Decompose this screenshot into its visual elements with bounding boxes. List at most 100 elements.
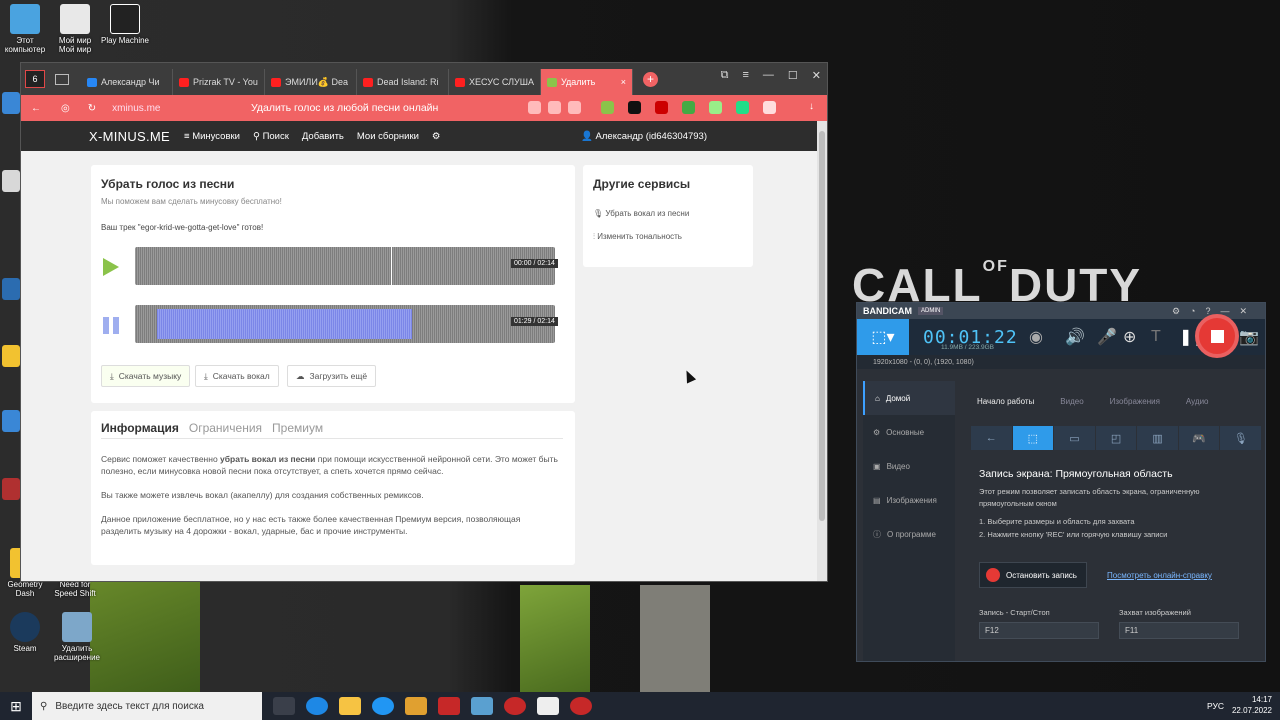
task-view-icon[interactable] bbox=[273, 697, 295, 715]
extension-icon[interactable] bbox=[763, 101, 776, 114]
waveform-track-2[interactable] bbox=[135, 305, 555, 343]
recorder-taskbar-icon[interactable] bbox=[570, 697, 592, 715]
maximize-button[interactable]: ☐ bbox=[788, 69, 798, 82]
desktop-icon-this-pc[interactable]: Этот компьютер bbox=[0, 4, 50, 54]
desktop-icon-play-machine[interactable]: Play Machine bbox=[100, 4, 150, 45]
bandicam-taskbar-icon[interactable] bbox=[504, 697, 526, 715]
rect-mode-button[interactable]: ⬚▾ bbox=[857, 319, 909, 355]
vk-extension-icon[interactable] bbox=[628, 101, 641, 114]
game-mode-icon[interactable]: 🎮 bbox=[1178, 426, 1220, 450]
sidebar-item-about[interactable]: ⓘ О программе bbox=[863, 517, 955, 551]
desktop-icon-partial-1[interactable] bbox=[2, 92, 20, 114]
close-button[interactable]: ✕ bbox=[812, 69, 821, 82]
file-explorer-icon[interactable] bbox=[339, 697, 361, 715]
language-indicator[interactable]: РУС bbox=[1207, 701, 1224, 711]
sidebar-item-home[interactable]: ⌂ Домой bbox=[863, 381, 955, 415]
tab-youtube-1[interactable]: Prizrak TV - You bbox=[173, 69, 265, 95]
extension-icon[interactable] bbox=[601, 101, 614, 114]
settings-icon[interactable]: ⚙ bbox=[432, 131, 441, 142]
sidebar-item-general[interactable]: ⚙ Основные bbox=[863, 415, 955, 449]
close-icon[interactable]: × bbox=[621, 77, 626, 87]
tab-counter[interactable]: 6 bbox=[25, 70, 45, 88]
link-change-key[interactable]: ⫶ Изменить тональность bbox=[593, 232, 682, 242]
rectangle-mode-icon[interactable]: ⬚ bbox=[1012, 426, 1054, 450]
tab-youtube-2[interactable]: ЭМИЛИ💰 Dea bbox=[265, 69, 357, 95]
sidebar-item-video[interactable]: ▣ Видео bbox=[863, 449, 955, 483]
desktop-icon-partial-3[interactable] bbox=[2, 278, 20, 300]
reader-icon[interactable] bbox=[548, 101, 561, 114]
download-music-button[interactable]: ⤓ Скачать музыку bbox=[101, 365, 191, 387]
sidebar-item-images[interactable]: ▤ Изображения bbox=[863, 483, 955, 517]
desktop-icon-partial-4[interactable] bbox=[2, 345, 20, 367]
hotkey-capture-field[interactable]: F11 bbox=[1119, 622, 1239, 639]
tab-premium[interactable]: Премиум bbox=[272, 421, 323, 435]
tab-limits[interactable]: Ограничения bbox=[189, 421, 262, 435]
minimize-button[interactable]: — bbox=[763, 69, 774, 82]
extension-icon[interactable] bbox=[655, 101, 668, 114]
download-vocal-button[interactable]: ⤓ Скачать вокал bbox=[195, 365, 279, 387]
bookmark-icon[interactable]: ⧉ bbox=[721, 69, 729, 82]
back-icon[interactable]: ← bbox=[31, 103, 41, 114]
hotkey-record-field[interactable]: F12 bbox=[979, 622, 1099, 639]
scrollbar-thumb[interactable] bbox=[819, 131, 825, 521]
app-icon[interactable] bbox=[471, 697, 493, 715]
headphones-icon[interactable] bbox=[528, 101, 541, 114]
tab-video[interactable]: Видео bbox=[1060, 397, 1083, 406]
tab-youtube-4[interactable]: ХЕСУС СЛУША bbox=[449, 69, 541, 95]
download-icon[interactable]: ↓ bbox=[809, 101, 814, 112]
menu-icon[interactable]: ≡ bbox=[742, 69, 748, 82]
hdmi-mode-icon[interactable]: ▥ bbox=[1137, 426, 1178, 450]
stop-record-button[interactable] bbox=[1195, 314, 1239, 358]
speaker-icon[interactable]: 🔊 bbox=[1065, 327, 1085, 347]
new-tab-button[interactable]: + bbox=[643, 71, 658, 87]
desktop-icon-uninstall[interactable]: Удалить расширение bbox=[52, 612, 102, 662]
cursor-effect-icon[interactable]: ⊕ bbox=[1123, 327, 1136, 347]
mic-icon[interactable]: 🎤 bbox=[1097, 327, 1117, 347]
back-arrow-icon[interactable]: ← bbox=[971, 426, 1012, 450]
nav-search[interactable]: ⚲ Поиск bbox=[253, 131, 289, 142]
camera-icon[interactable]: 📷 bbox=[1239, 327, 1259, 347]
desktop-icon-partial-6[interactable] bbox=[2, 478, 20, 500]
extension-icon[interactable] bbox=[682, 101, 695, 114]
pause-icon[interactable] bbox=[103, 317, 109, 334]
desktop-icon-partial-2[interactable] bbox=[2, 170, 20, 192]
reload-icon[interactable]: ↻ bbox=[88, 103, 96, 114]
desktop-icon-steam[interactable]: Steam bbox=[0, 612, 50, 653]
yandex-browser-icon[interactable] bbox=[537, 697, 559, 715]
bookmark-add-icon[interactable] bbox=[568, 101, 581, 114]
tab-vk[interactable]: Александр Чи bbox=[81, 69, 173, 95]
page-scrollbar[interactable] bbox=[817, 121, 827, 581]
webcam-icon[interactable]: ◉ bbox=[1029, 327, 1043, 347]
desktop-icon-my-world[interactable]: Мой мир Мой мир bbox=[50, 4, 100, 54]
taskbar-search[interactable]: ⚲ Введите здесь текст для поиска bbox=[32, 692, 262, 720]
tab-audio[interactable]: Аудио bbox=[1186, 397, 1209, 406]
link-remove-vocal[interactable]: 🎙 Убрать вокал из песни bbox=[593, 209, 689, 218]
fullscreen-mode-icon[interactable]: ▭ bbox=[1054, 426, 1095, 450]
tab-xminus[interactable]: Удалить × bbox=[541, 69, 633, 95]
audio-mode-icon[interactable]: 🎙 bbox=[1220, 426, 1262, 450]
nav-add[interactable]: Добавить bbox=[302, 131, 344, 142]
folder-icon[interactable] bbox=[55, 73, 69, 85]
nav-collections[interactable]: Мои сборники bbox=[357, 131, 419, 142]
nav-minus[interactable]: ≡ Минусовки bbox=[184, 131, 240, 142]
url-field[interactable]: xminus.me bbox=[112, 103, 160, 114]
site-logo[interactable]: X-MINUS.ME bbox=[89, 129, 170, 144]
extension-icon[interactable] bbox=[709, 101, 722, 114]
stop-recording-button[interactable]: Остановить запись bbox=[979, 562, 1087, 588]
waveform-track-1[interactable] bbox=[135, 247, 555, 285]
protect-icon[interactable]: ◎ bbox=[61, 103, 70, 114]
windows-start-button[interactable]: ⊞ bbox=[0, 692, 32, 720]
system-clock[interactable]: 14:17 22.07.2022 bbox=[1232, 694, 1272, 716]
app-icon[interactable] bbox=[405, 697, 427, 715]
app-icon[interactable] bbox=[372, 697, 394, 715]
around-mouse-mode-icon[interactable]: ◰ bbox=[1095, 426, 1137, 450]
upload-more-button[interactable]: ☁ Загрузить ещё bbox=[287, 365, 377, 387]
desktop-icon-partial-5[interactable] bbox=[2, 410, 20, 432]
tab-youtube-3[interactable]: Dead Island: Ri bbox=[357, 69, 449, 95]
play-button[interactable] bbox=[103, 258, 119, 276]
user-menu[interactable]: 👤 Александр (id646304793) bbox=[581, 131, 707, 142]
tab-getting-started[interactable]: Начало работы bbox=[977, 397, 1034, 406]
app-icon[interactable] bbox=[438, 697, 460, 715]
edge-icon[interactable] bbox=[306, 697, 328, 715]
extension-icon[interactable] bbox=[736, 101, 749, 114]
